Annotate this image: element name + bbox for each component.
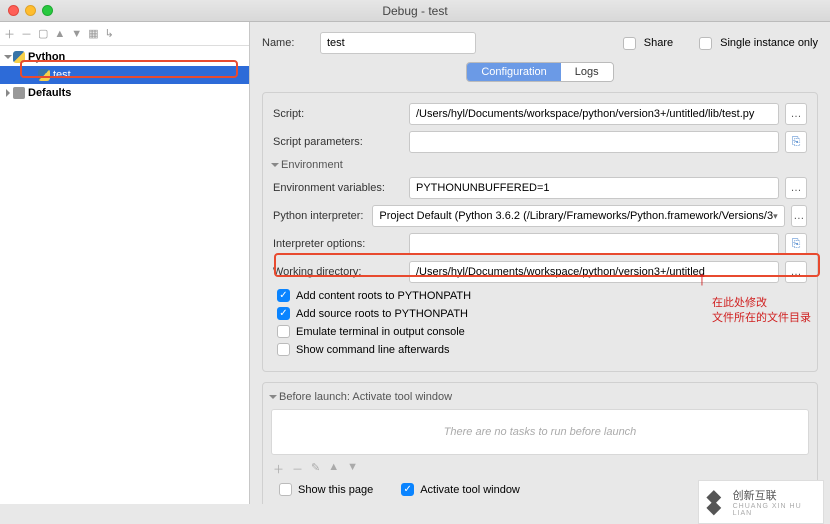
params-input[interactable]: [409, 131, 779, 153]
params-label: Script parameters:: [273, 136, 403, 148]
down-icon[interactable]: ▼: [347, 461, 358, 477]
expand-button[interactable]: ⎘: [785, 131, 807, 153]
name-input[interactable]: [320, 32, 476, 54]
tab-logs[interactable]: Logs: [561, 63, 613, 81]
defaults-icon: [13, 87, 25, 99]
source-roots-label: Add source roots to PYTHONPATH: [296, 308, 468, 320]
config-tree: Python test Defaults: [0, 46, 249, 504]
interpopt-label: Interpreter options:: [273, 238, 403, 250]
interpopt-input[interactable]: [409, 233, 779, 255]
up-icon[interactable]: ▲: [328, 461, 339, 477]
chevron-down-icon: [269, 395, 277, 399]
script-label: Script:: [273, 108, 403, 120]
before-launch-list: There are no tasks to run before launch: [271, 409, 809, 455]
envvars-label: Environment variables:: [273, 182, 403, 194]
copy-icon[interactable]: ▢: [38, 27, 48, 40]
name-label: Name:: [262, 37, 312, 49]
down-icon[interactable]: ▼: [71, 28, 82, 40]
source-roots-checkbox[interactable]: ✓: [277, 307, 290, 320]
single-instance-checkbox[interactable]: [699, 37, 712, 50]
remove-icon[interactable]: －: [292, 461, 303, 477]
add-icon[interactable]: ＋: [4, 26, 15, 42]
annotation-arrow-icon: ↑: [697, 268, 707, 291]
annotation-text: 在此处修改 文件所在的文件目录: [712, 296, 811, 326]
python-icon: [38, 69, 50, 81]
chevron-right-icon[interactable]: [6, 89, 10, 97]
expand-icon[interactable]: ↳: [105, 27, 114, 40]
single-instance-label: Single instance only: [720, 37, 818, 49]
tree-defaults[interactable]: Defaults: [0, 84, 249, 102]
workdir-label: Working directory:: [273, 266, 403, 278]
tree-label: Python: [28, 51, 65, 63]
browse-button[interactable]: …: [785, 261, 807, 283]
expand-button[interactable]: ⎘: [785, 233, 807, 255]
dropdown-icon: ▾: [773, 211, 778, 222]
activate-toolwin-checkbox[interactable]: ✓: [401, 483, 414, 496]
env-section[interactable]: Environment: [273, 159, 807, 171]
share-checkbox[interactable]: [623, 37, 636, 50]
up-icon[interactable]: ▲: [54, 28, 65, 40]
share-label: Share: [644, 37, 673, 49]
tree-item-test[interactable]: test: [0, 66, 249, 84]
tree-python[interactable]: Python: [0, 48, 249, 66]
show-page-label: Show this page: [298, 484, 373, 496]
tree-label: test: [53, 69, 71, 81]
content-roots-checkbox[interactable]: ✓: [277, 289, 290, 302]
main-panel: Name: Share Single instance only Configu…: [250, 22, 830, 504]
show-cmdline-label: Show command line afterwards: [296, 344, 449, 356]
script-input[interactable]: [409, 103, 779, 125]
tab-group: Configuration Logs: [466, 62, 613, 82]
browse-button[interactable]: …: [791, 205, 807, 227]
remove-icon[interactable]: －: [21, 26, 32, 42]
envvars-input[interactable]: [409, 177, 779, 199]
sidebar: ＋ － ▢ ▲ ▼ ▦ ↳ Python test Defaults: [0, 22, 250, 504]
activate-toolwin-label: Activate tool window: [420, 484, 520, 496]
show-page-checkbox[interactable]: [279, 483, 292, 496]
show-cmdline-checkbox[interactable]: [277, 343, 290, 356]
watermark-logo: 创新互联 CHUANG XIN HU LIAN: [698, 480, 824, 524]
interpreter-label: Python interpreter:: [273, 210, 366, 222]
emulate-terminal-checkbox[interactable]: [277, 325, 290, 338]
tree-label: Defaults: [28, 87, 71, 99]
sidebar-toolbar: ＋ － ▢ ▲ ▼ ▦ ↳: [0, 22, 249, 46]
python-icon: [13, 51, 25, 63]
folder-icon[interactable]: ▦: [88, 27, 98, 40]
browse-button[interactable]: …: [785, 103, 807, 125]
browse-button[interactable]: …: [785, 177, 807, 199]
workdir-input[interactable]: [409, 261, 779, 283]
before-launch-toolbar: ＋ － ✎ ▲ ▼: [271, 459, 809, 479]
edit-icon[interactable]: ✎: [311, 461, 320, 477]
emulate-terminal-label: Emulate terminal in output console: [296, 326, 465, 338]
tab-configuration[interactable]: Configuration: [467, 63, 560, 81]
titlebar: Debug - test: [0, 0, 830, 22]
content-roots-label: Add content roots to PYTHONPATH: [296, 290, 471, 302]
add-icon[interactable]: ＋: [273, 461, 284, 477]
config-panel: Script: … Script parameters: ⎘ Environme…: [262, 92, 818, 372]
window-title: Debug - test: [0, 4, 830, 18]
chevron-down-icon: [271, 163, 279, 167]
chevron-down-icon[interactable]: [4, 55, 12, 59]
interpreter-select[interactable]: Project Default (Python 3.6.2 (/Library/…: [372, 205, 784, 227]
before-launch-header[interactable]: Before launch: Activate tool window: [271, 391, 809, 403]
